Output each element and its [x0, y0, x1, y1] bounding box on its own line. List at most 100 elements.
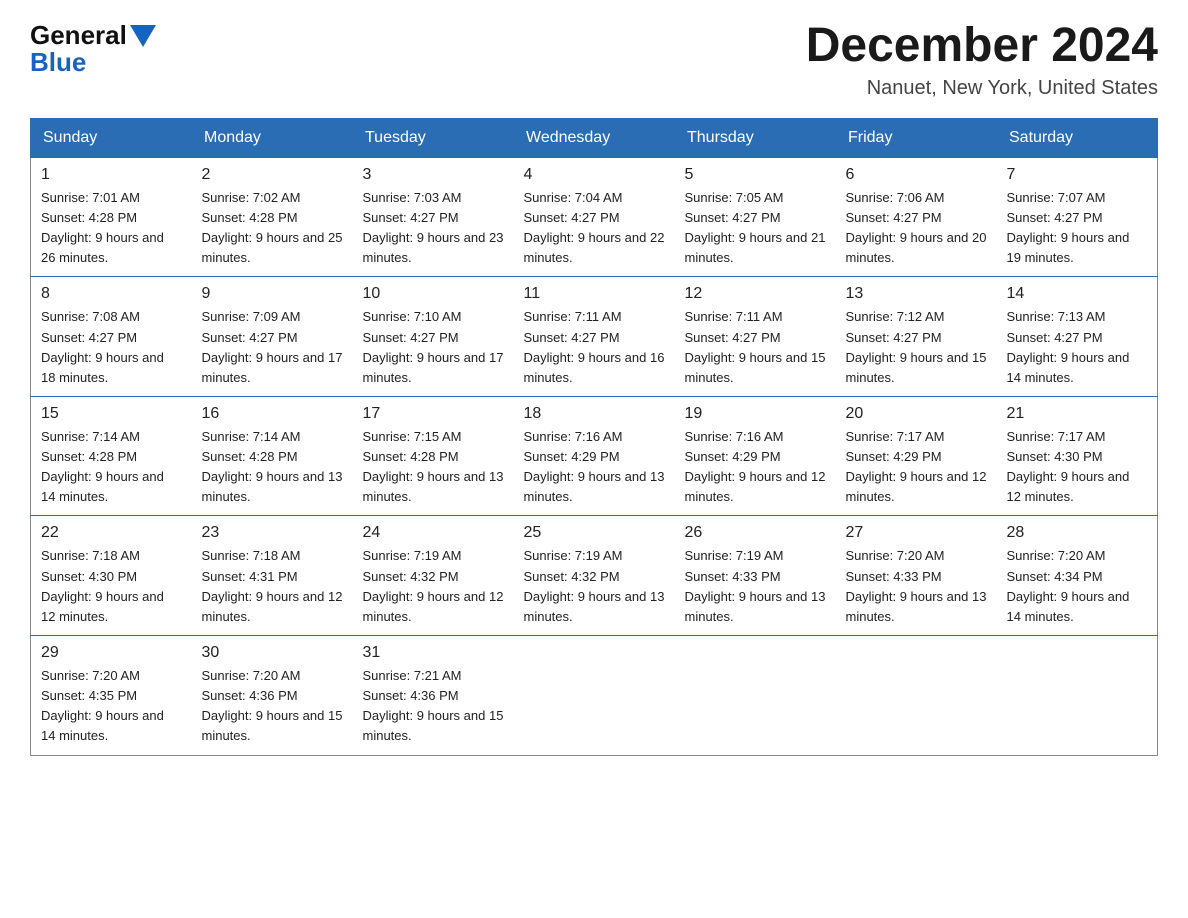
day-info: Sunrise: 7:17 AMSunset: 4:29 PMDaylight:…	[846, 427, 987, 508]
calendar-cell: 15Sunrise: 7:14 AMSunset: 4:28 PMDayligh…	[31, 396, 192, 516]
day-number: 27	[846, 524, 987, 542]
calendar-cell: 6 Sunrise: 7:06 AMSunset: 4:27 PMDaylight…	[836, 157, 997, 277]
day-number: 28	[1007, 524, 1148, 542]
calendar-cell: 17Sunrise: 7:15 AMSunset: 4:28 PMDayligh…	[353, 396, 514, 516]
calendar-cell: 9Sunrise: 7:09 AMSunset: 4:27 PMDaylight…	[192, 277, 353, 397]
day-number: 24	[363, 524, 504, 542]
day-number: 21	[1007, 405, 1148, 423]
day-info: Sunrise: 7:04 AMSunset: 4:27 PMDaylight:…	[524, 188, 665, 269]
calendar-cell	[997, 636, 1158, 756]
day-info: Sunrise: 7:20 AMSunset: 4:34 PMDaylight:…	[1007, 546, 1148, 627]
calendar-cell: 7Sunrise: 7:07 AMSunset: 4:27 PMDaylight…	[997, 157, 1158, 277]
day-number: 14	[1007, 285, 1148, 303]
calendar-cell: 21Sunrise: 7:17 AMSunset: 4:30 PMDayligh…	[997, 396, 1158, 516]
day-number: 8	[41, 285, 182, 303]
day-number: 26	[685, 524, 826, 542]
day-info: Sunrise: 7:08 AMSunset: 4:27 PMDaylight:…	[41, 307, 182, 388]
day-number: 5	[685, 166, 826, 184]
day-info: Sunrise: 7:02 AMSunset: 4:28 PMDaylight:…	[202, 188, 343, 269]
calendar-cell: 22 Sunrise: 7:18 AMSunset: 4:30 PMDayligh…	[31, 516, 192, 636]
calendar-table: SundayMondayTuesdayWednesdayThursdayFrid…	[30, 118, 1158, 756]
day-info: Sunrise: 7:18 AMSunset: 4:30 PMDaylight:…	[41, 546, 182, 627]
calendar-cell: 31 Sunrise: 7:21 AMSunset: 4:36 PMDayligh…	[353, 636, 514, 756]
logo: General Blue	[30, 20, 156, 78]
day-number: 17	[363, 405, 504, 423]
day-info: Sunrise: 7:06 AMSunset: 4:27 PMDaylight:…	[846, 188, 987, 269]
day-info: Sunrise: 7:16 AMSunset: 4:29 PMDaylight:…	[524, 427, 665, 508]
calendar-cell: 2 Sunrise: 7:02 AMSunset: 4:28 PMDaylight…	[192, 157, 353, 277]
week-row-3: 15Sunrise: 7:14 AMSunset: 4:28 PMDayligh…	[31, 396, 1158, 516]
calendar-header-row: SundayMondayTuesdayWednesdayThursdayFrid…	[31, 118, 1158, 157]
day-number: 1	[41, 166, 182, 184]
day-number: 15	[41, 405, 182, 423]
day-info: Sunrise: 7:21 AMSunset: 4:36 PMDaylight:…	[363, 666, 504, 747]
day-info: Sunrise: 7:12 AMSunset: 4:27 PMDaylight:…	[846, 307, 987, 388]
day-number: 6	[846, 166, 987, 184]
day-number: 10	[363, 285, 504, 303]
day-info: Sunrise: 7:10 AMSunset: 4:27 PMDaylight:…	[363, 307, 504, 388]
calendar-cell: 8 Sunrise: 7:08 AMSunset: 4:27 PMDaylight…	[31, 277, 192, 397]
day-number: 11	[524, 285, 665, 303]
logo-blue-text: Blue	[30, 47, 156, 78]
header-thursday: Thursday	[675, 118, 836, 157]
calendar-cell: 18 Sunrise: 7:16 AMSunset: 4:29 PMDayligh…	[514, 396, 675, 516]
day-number: 30	[202, 644, 343, 662]
day-number: 23	[202, 524, 343, 542]
day-number: 16	[202, 405, 343, 423]
day-info: Sunrise: 7:18 AMSunset: 4:31 PMDaylight:…	[202, 546, 343, 627]
title-block: December 2024 Nanuet, New York, United S…	[806, 20, 1158, 100]
day-info: Sunrise: 7:16 AMSunset: 4:29 PMDaylight:…	[685, 427, 826, 508]
calendar-cell: 24 Sunrise: 7:19 AMSunset: 4:32 PMDayligh…	[353, 516, 514, 636]
day-info: Sunrise: 7:19 AMSunset: 4:32 PMDaylight:…	[524, 546, 665, 627]
header-saturday: Saturday	[997, 118, 1158, 157]
header-friday: Friday	[836, 118, 997, 157]
header-tuesday: Tuesday	[353, 118, 514, 157]
day-info: Sunrise: 7:11 AMSunset: 4:27 PMDaylight:…	[524, 307, 665, 388]
calendar-cell	[836, 636, 997, 756]
logo-triangle-icon	[130, 25, 156, 47]
day-number: 13	[846, 285, 987, 303]
week-row-1: 1 Sunrise: 7:01 AMSunset: 4:28 PMDaylight…	[31, 157, 1158, 277]
calendar-cell: 3 Sunrise: 7:03 AMSunset: 4:27 PMDaylight…	[353, 157, 514, 277]
calendar-cell: 13 Sunrise: 7:12 AMSunset: 4:27 PMDayligh…	[836, 277, 997, 397]
calendar-cell: 4 Sunrise: 7:04 AMSunset: 4:27 PMDaylight…	[514, 157, 675, 277]
day-number: 2	[202, 166, 343, 184]
calendar-cell	[514, 636, 675, 756]
calendar-cell: 27 Sunrise: 7:20 AMSunset: 4:33 PMDayligh…	[836, 516, 997, 636]
day-info: Sunrise: 7:19 AMSunset: 4:32 PMDaylight:…	[363, 546, 504, 627]
calendar-title: December 2024	[806, 20, 1158, 73]
day-number: 22	[41, 524, 182, 542]
calendar-cell: 30 Sunrise: 7:20 AMSunset: 4:36 PMDayligh…	[192, 636, 353, 756]
calendar-cell: 28 Sunrise: 7:20 AMSunset: 4:34 PMDayligh…	[997, 516, 1158, 636]
calendar-cell: 23 Sunrise: 7:18 AMSunset: 4:31 PMDayligh…	[192, 516, 353, 636]
week-row-2: 8 Sunrise: 7:08 AMSunset: 4:27 PMDaylight…	[31, 277, 1158, 397]
day-info: Sunrise: 7:03 AMSunset: 4:27 PMDaylight:…	[363, 188, 504, 269]
day-number: 20	[846, 405, 987, 423]
day-info: Sunrise: 7:20 AMSunset: 4:36 PMDaylight:…	[202, 666, 343, 747]
week-row-4: 22 Sunrise: 7:18 AMSunset: 4:30 PMDayligh…	[31, 516, 1158, 636]
day-info: Sunrise: 7:01 AMSunset: 4:28 PMDaylight:…	[41, 188, 182, 269]
day-info: Sunrise: 7:19 AMSunset: 4:33 PMDaylight:…	[685, 546, 826, 627]
day-number: 31	[363, 644, 504, 662]
page-header: General Blue December 2024 Nanuet, New Y…	[30, 20, 1158, 100]
calendar-cell: 25 Sunrise: 7:19 AMSunset: 4:32 PMDayligh…	[514, 516, 675, 636]
calendar-cell: 11 Sunrise: 7:11 AMSunset: 4:27 PMDayligh…	[514, 277, 675, 397]
day-info: Sunrise: 7:05 AMSunset: 4:27 PMDaylight:…	[685, 188, 826, 269]
calendar-cell: 5 Sunrise: 7:05 AMSunset: 4:27 PMDaylight…	[675, 157, 836, 277]
header-monday: Monday	[192, 118, 353, 157]
calendar-cell: 29Sunrise: 7:20 AMSunset: 4:35 PMDayligh…	[31, 636, 192, 756]
day-number: 7	[1007, 166, 1148, 184]
day-info: Sunrise: 7:13 AMSunset: 4:27 PMDaylight:…	[1007, 307, 1148, 388]
header-wednesday: Wednesday	[514, 118, 675, 157]
day-number: 29	[41, 644, 182, 662]
day-number: 12	[685, 285, 826, 303]
day-number: 4	[524, 166, 665, 184]
day-number: 25	[524, 524, 665, 542]
calendar-cell: 1 Sunrise: 7:01 AMSunset: 4:28 PMDaylight…	[31, 157, 192, 277]
day-info: Sunrise: 7:20 AMSunset: 4:33 PMDaylight:…	[846, 546, 987, 627]
calendar-cell: 19 Sunrise: 7:16 AMSunset: 4:29 PMDayligh…	[675, 396, 836, 516]
day-number: 19	[685, 405, 826, 423]
day-number: 3	[363, 166, 504, 184]
day-number: 18	[524, 405, 665, 423]
calendar-cell: 26 Sunrise: 7:19 AMSunset: 4:33 PMDayligh…	[675, 516, 836, 636]
